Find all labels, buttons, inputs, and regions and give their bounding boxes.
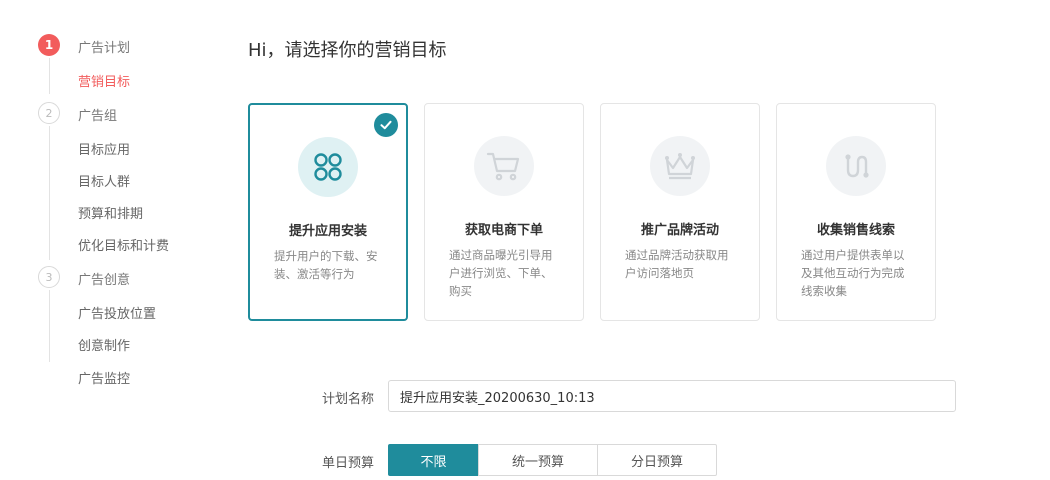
step-connector-3 xyxy=(49,290,50,362)
shopping-cart-icon xyxy=(474,136,534,196)
nav-ad-monitoring[interactable]: 广告监控 xyxy=(78,368,130,387)
goal-card-sales-leads[interactable]: 收集销售线索 通过用户提供表单以及其他互动行为完成线索收集 xyxy=(776,103,936,321)
goal-card-ecommerce-order[interactable]: 获取电商下单 通过商品曝光引导用户进行浏览、下单、购买 xyxy=(424,103,584,321)
card-description: 通过品牌活动获取用户访问落地页 xyxy=(625,248,729,280)
nav-creative-production[interactable]: 创意制作 xyxy=(78,335,130,354)
step-3-number: 3 xyxy=(45,270,53,284)
page-title: Hi，请选择你的营销目标 xyxy=(248,40,447,61)
daily-budget-label: 单日预算 xyxy=(322,456,375,471)
card-title: 获取电商下单 xyxy=(464,223,543,238)
card-title: 推广品牌活动 xyxy=(640,223,719,238)
card-description: 提升用户的下载、安装、激活等行为 xyxy=(274,249,378,281)
nav-marketing-goal[interactable]: 营销目标 xyxy=(78,71,130,90)
step-1-number: 1 xyxy=(44,38,54,52)
step-3-badge: 3 xyxy=(38,266,60,288)
step-connector-1 xyxy=(49,58,50,94)
check-icon xyxy=(374,113,398,137)
goal-card-app-install[interactable]: 提升应用安装 提升用户的下载、安装、激活等行为 xyxy=(248,103,408,321)
budget-option-unified[interactable]: 统一预算 xyxy=(478,444,598,476)
plan-name-label: 计划名称 xyxy=(322,392,375,407)
plan-name-input[interactable] xyxy=(388,380,956,412)
nav-ad-placement[interactable]: 广告投放位置 xyxy=(78,303,156,322)
step-2-number: 2 xyxy=(45,106,53,120)
budget-option-daily[interactable]: 分日预算 xyxy=(597,444,717,476)
step-3-label[interactable]: 广告创意 xyxy=(78,269,130,288)
step-1-label[interactable]: 广告计划 xyxy=(78,37,130,56)
card-title: 收集销售线索 xyxy=(816,223,895,238)
app-grid-icon xyxy=(298,137,358,197)
step-1-badge: 1 xyxy=(38,34,60,56)
card-title: 提升应用安装 xyxy=(288,224,367,239)
nav-optimization-billing[interactable]: 优化目标和计费 xyxy=(78,235,169,254)
goal-card-brand-campaign[interactable]: 推广品牌活动 通过品牌活动获取用户访问落地页 xyxy=(600,103,760,321)
nav-target-audience[interactable]: 目标人群 xyxy=(78,171,130,190)
card-description: 通过商品曝光引导用户进行浏览、下单、购买 xyxy=(449,248,553,298)
budget-segmented-control: 不限 统一预算 分日预算 xyxy=(388,444,717,476)
budget-option-unlimited[interactable]: 不限 xyxy=(388,444,479,476)
step-2-label[interactable]: 广告组 xyxy=(78,105,117,124)
nav-target-app[interactable]: 目标应用 xyxy=(78,139,130,158)
nav-budget-schedule[interactable]: 预算和排期 xyxy=(78,203,143,222)
card-description: 通过用户提供表单以及其他互动行为完成线索收集 xyxy=(801,248,905,298)
crown-icon xyxy=(650,136,710,196)
lead-path-icon xyxy=(826,136,886,196)
step-connector-2 xyxy=(49,126,50,260)
step-2-badge: 2 xyxy=(38,102,60,124)
